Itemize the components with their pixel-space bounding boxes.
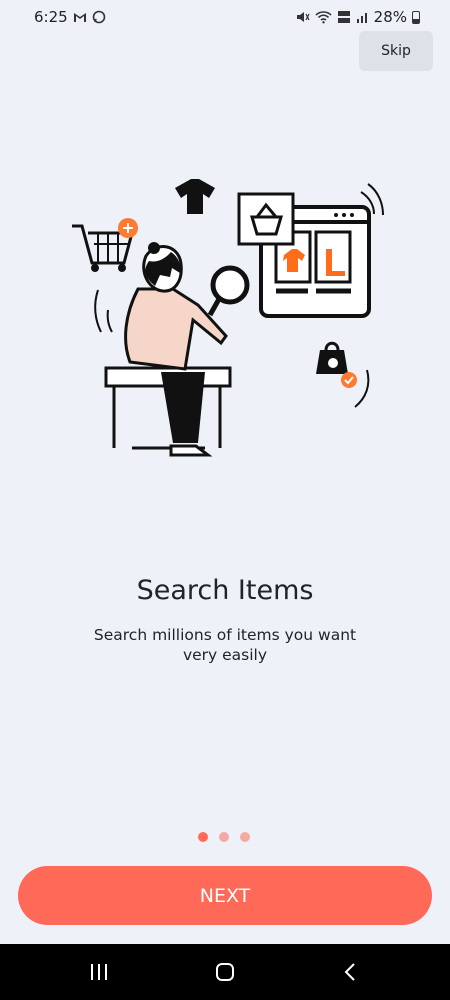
woman-with-magnifier-illustration <box>94 242 250 457</box>
shop-screen-icon <box>237 183 384 318</box>
battery-icon <box>412 10 420 24</box>
gmail-icon <box>73 11 87 23</box>
skip-button[interactable]: Skip <box>359 31 433 71</box>
system-navigation-bar <box>0 944 450 1000</box>
page-indicator-dot-active <box>198 832 208 842</box>
shopping-bag-icon <box>316 341 370 408</box>
status-bar: 6:25 28% <box>0 0 450 34</box>
recent-apps-icon[interactable] <box>87 960 111 984</box>
signal-icon <box>356 11 369 24</box>
mute-icon <box>295 10 310 24</box>
next-button[interactable]: NEXT <box>18 866 432 925</box>
status-time: 6:25 <box>34 8 68 26</box>
battery-percentage: 28% <box>373 8 407 26</box>
page-title: Search Items <box>136 575 314 606</box>
page-indicator-dot <box>219 832 229 842</box>
page-indicator-dot <box>240 832 250 842</box>
search-items-illustration <box>72 179 384 457</box>
volte-lte-icon <box>337 10 351 25</box>
whatsapp-icon <box>92 10 106 24</box>
shirt-icon <box>175 179 215 214</box>
back-icon[interactable] <box>339 960 363 984</box>
status-right: 28% <box>295 8 420 26</box>
wifi-icon <box>315 10 332 24</box>
home-icon[interactable] <box>213 960 237 984</box>
shopping-cart-icon <box>72 218 138 272</box>
page-description: Search millions of items you want very e… <box>93 626 357 664</box>
status-left: 6:25 <box>34 8 106 26</box>
page-indicator <box>198 832 250 842</box>
